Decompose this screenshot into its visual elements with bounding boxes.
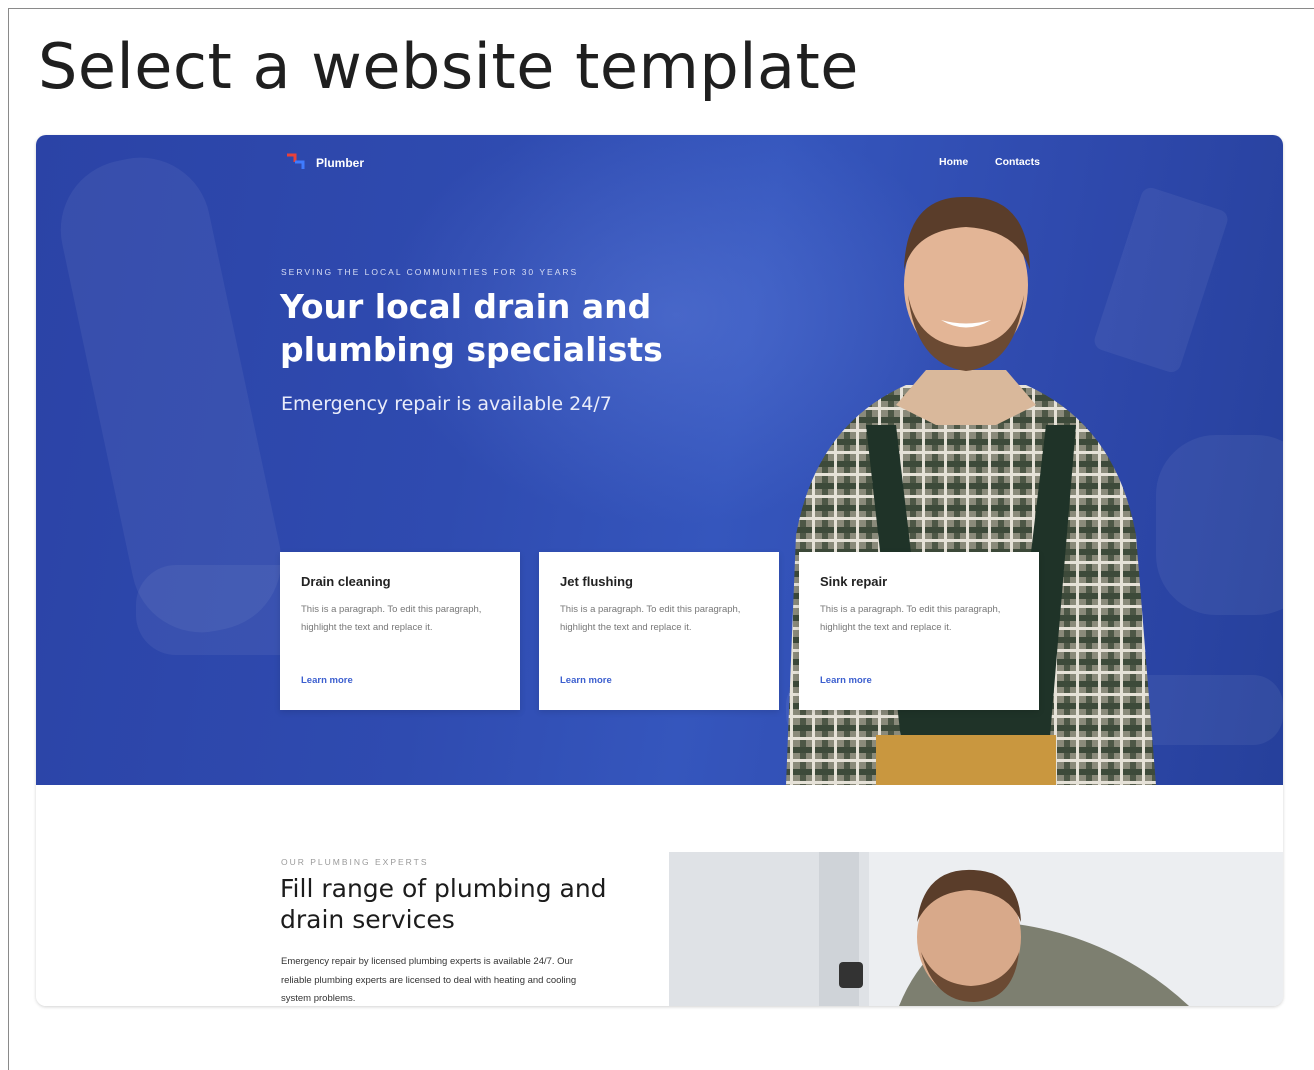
plumber-working-photo <box>669 852 1283 1006</box>
page-heading: Select a website template <box>38 30 859 103</box>
service-card-jet-flushing: Jet flushing This is a paragraph. To edi… <box>539 552 779 710</box>
hero-subheadline: Emergency repair is available 24/7 <box>281 393 612 415</box>
pipe-logo-icon <box>287 153 305 169</box>
learn-more-link[interactable]: Learn more <box>301 675 353 686</box>
template-preview-card[interactable]: Plumber Home Contacts SERVING THE LOCAL … <box>36 135 1283 1006</box>
nav-home-link[interactable]: Home <box>939 156 968 168</box>
section-title: Fill range of plumbing and drain service… <box>280 874 607 934</box>
service-title: Sink repair <box>820 574 888 589</box>
service-text: This is a paragraph. To edit this paragr… <box>301 604 482 633</box>
hero-section: Plumber Home Contacts SERVING THE LOCAL … <box>36 135 1283 785</box>
service-card-sink-repair: Sink repair This is a paragraph. To edit… <box>799 552 1039 710</box>
section-text: Emergency repair by licensed plumbing ex… <box>281 956 577 1004</box>
experts-section: OUR PLUMBING EXPERTS Fill range of plumb… <box>36 785 1283 1006</box>
learn-more-link[interactable]: Learn more <box>560 675 612 686</box>
learn-more-link[interactable]: Learn more <box>820 675 872 686</box>
service-title: Jet flushing <box>560 574 633 589</box>
plumber-working-illustration <box>669 852 1283 1006</box>
nav-contacts-link[interactable]: Contacts <box>995 156 1040 168</box>
service-text: This is a paragraph. To edit this paragr… <box>820 604 1001 633</box>
service-card-drain-cleaning: Drain cleaning This is a paragraph. To e… <box>280 552 520 710</box>
site-logo-text[interactable]: Plumber <box>316 156 364 170</box>
hero-headline: Your local drain and plumbing specialist… <box>280 287 663 369</box>
section-eyebrow: OUR PLUMBING EXPERTS <box>281 857 429 867</box>
service-text: This is a paragraph. To edit this paragr… <box>560 604 741 633</box>
hero-eyebrow: SERVING THE LOCAL COMMUNITIES FOR 30 YEA… <box>281 267 579 277</box>
service-title: Drain cleaning <box>301 574 391 589</box>
